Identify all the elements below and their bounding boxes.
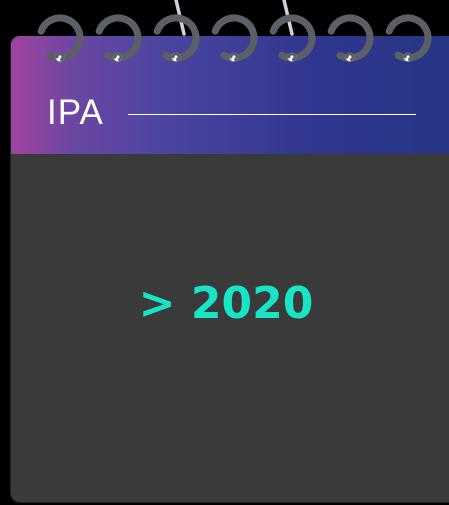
binding-ring	[211, 14, 258, 62]
binding-ring	[327, 14, 374, 62]
calendar-value: > 2020	[138, 278, 314, 329]
spiral-binding	[37, 0, 432, 62]
calendar-body: > 2020	[11, 154, 449, 502]
calendar-title: IPA	[47, 93, 104, 132]
spiral-rings-icon	[37, 14, 432, 62]
calendar-card-stage: IPA > 2020	[0, 0, 449, 505]
binding-ring	[37, 14, 84, 62]
calendar-card: IPA > 2020	[11, 36, 449, 502]
title-underline	[128, 114, 416, 115]
binding-ring	[95, 14, 142, 62]
binding-ring	[269, 14, 316, 62]
binding-ring	[385, 14, 432, 62]
binding-ring	[153, 14, 200, 62]
